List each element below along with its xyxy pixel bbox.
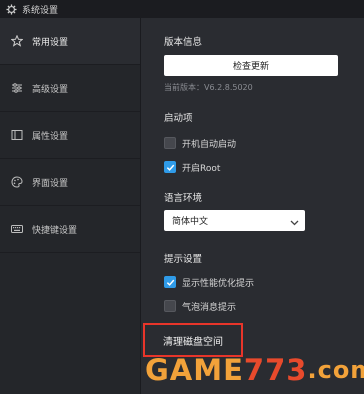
sidebar-item-shortcuts[interactable]: 快捷键设置 <box>0 206 140 253</box>
sliders-icon <box>10 81 24 95</box>
gear-icon <box>5 3 17 15</box>
palette-icon <box>10 175 24 189</box>
tips-section-title: 提示设置 <box>164 254 203 265</box>
properties-icon <box>10 128 24 142</box>
bubble-message-label: 气泡消息提示 <box>182 302 237 313</box>
sidebar-item-advanced[interactable]: 高级设置 <box>0 65 140 112</box>
title-bar: 系统设置 <box>0 0 364 18</box>
sidebar-item-label: 界面设置 <box>32 178 69 189</box>
sidebar-item-interface[interactable]: 界面设置 <box>0 159 140 206</box>
watermark-domain: .com <box>307 356 364 384</box>
watermark-number: 773 <box>243 353 308 387</box>
sidebar-item-label: 高级设置 <box>32 84 69 95</box>
star-icon <box>10 34 24 48</box>
auto-start-label: 开机自动启动 <box>182 139 237 150</box>
clean-disk-label: 清理磁盘空间 <box>163 336 223 348</box>
sidebar-item-properties[interactable]: 属性设置 <box>0 112 140 159</box>
performance-tip-label: 显示性能优化提示 <box>182 278 255 289</box>
settings-window: 系统设置 常用设置 高级设置 属性设置 界面设置 快捷键设置 版本信息 检查更新… <box>0 0 364 394</box>
enable-root-option[interactable]: 开启Root <box>164 160 220 174</box>
check-update-button[interactable]: 检查更新 <box>164 55 338 76</box>
language-select-value: 简体中文 <box>172 217 209 227</box>
sidebar-item-label: 常用设置 <box>32 37 69 48</box>
watermark: GAME 773 .com <box>145 350 364 390</box>
startup-section-title: 启动项 <box>164 113 193 124</box>
performance-tip-checkbox[interactable] <box>164 276 176 288</box>
auto-start-option[interactable]: 开机自动启动 <box>164 136 236 150</box>
version-section-title: 版本信息 <box>164 37 203 48</box>
performance-tip-option[interactable]: 显示性能优化提示 <box>164 275 254 289</box>
check-icon <box>166 279 174 286</box>
watermark-game: GAME <box>145 353 244 387</box>
check-icon <box>166 164 174 171</box>
settings-content: 版本信息 检查更新 当前版本：V6.2.8.5020 启动项 开机自动启动 开启… <box>141 18 364 394</box>
enable-root-checkbox[interactable] <box>164 161 176 173</box>
sidebar-item-label: 属性设置 <box>32 131 69 142</box>
chevron-down-icon <box>290 211 299 230</box>
keyboard-icon <box>10 222 24 236</box>
bubble-message-checkbox[interactable] <box>164 300 176 312</box>
settings-sidebar: 常用设置 高级设置 属性设置 界面设置 快捷键设置 <box>0 18 141 394</box>
sidebar-item-label: 快捷键设置 <box>32 225 78 236</box>
language-select[interactable]: 简体中文 <box>164 210 305 231</box>
language-section-title: 语言环境 <box>164 193 203 204</box>
auto-start-checkbox[interactable] <box>164 137 176 149</box>
bubble-message-option[interactable]: 气泡消息提示 <box>164 299 236 313</box>
current-version-text: 当前版本：V6.2.8.5020 <box>164 83 253 92</box>
enable-root-label: 开启Root <box>182 163 221 174</box>
sidebar-item-general[interactable]: 常用设置 <box>0 18 140 65</box>
window-title: 系统设置 <box>22 5 59 16</box>
